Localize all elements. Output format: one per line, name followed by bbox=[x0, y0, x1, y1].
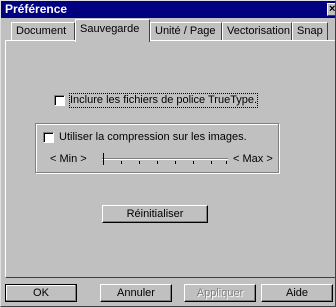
close-icon: × bbox=[329, 3, 336, 15]
apply-button[interactable]: Appliquer bbox=[184, 284, 256, 302]
compression-label[interactable]: Utiliser la compression sur les images. bbox=[59, 131, 247, 144]
slider-min-label: < Min > bbox=[50, 153, 87, 165]
slider-tick bbox=[121, 161, 122, 164]
tab-document[interactable]: Document bbox=[11, 22, 75, 40]
help-button[interactable]: Aide bbox=[261, 284, 333, 302]
ok-button[interactable]: OK bbox=[5, 284, 77, 302]
title-bar[interactable]: Préférence × bbox=[1, 1, 335, 18]
compression-checkbox[interactable] bbox=[43, 132, 54, 143]
slider-max-label: < Max > bbox=[233, 153, 273, 165]
include-fonts-label[interactable]: Inclure les fichiers de police TrueType. bbox=[68, 93, 259, 108]
window-title: Préférence bbox=[5, 2, 68, 16]
slider-tick bbox=[139, 161, 140, 164]
slider-tick bbox=[175, 161, 176, 164]
close-button[interactable]: × bbox=[327, 3, 336, 16]
include-fonts-checkbox[interactable] bbox=[54, 95, 65, 106]
cancel-button[interactable]: Annuler bbox=[100, 284, 172, 302]
slider-tick bbox=[211, 161, 212, 164]
tab-sauvegarde[interactable]: Sauvegarde bbox=[75, 19, 150, 42]
preference-dialog: Préférence × Document Sauvegarde Unité /… bbox=[0, 0, 336, 307]
tab-vectorisation[interactable]: Vectorisation bbox=[222, 22, 292, 40]
compression-group: Utiliser la compression sur les images. … bbox=[35, 123, 279, 173]
reset-button[interactable]: Réinitialiser bbox=[102, 205, 208, 223]
slider-tick bbox=[226, 161, 227, 164]
slider-track bbox=[102, 158, 228, 160]
slider-tick bbox=[193, 161, 194, 164]
slider-tick bbox=[157, 161, 158, 164]
slider-thumb[interactable] bbox=[103, 153, 104, 165]
tab-unite-page[interactable]: Unité / Page bbox=[150, 22, 222, 40]
compression-slider[interactable] bbox=[102, 152, 228, 166]
tab-panel-sauvegarde: Inclure les fichiers de police TrueType.… bbox=[5, 40, 335, 278]
tab-snap[interactable]: Snap bbox=[292, 22, 328, 40]
